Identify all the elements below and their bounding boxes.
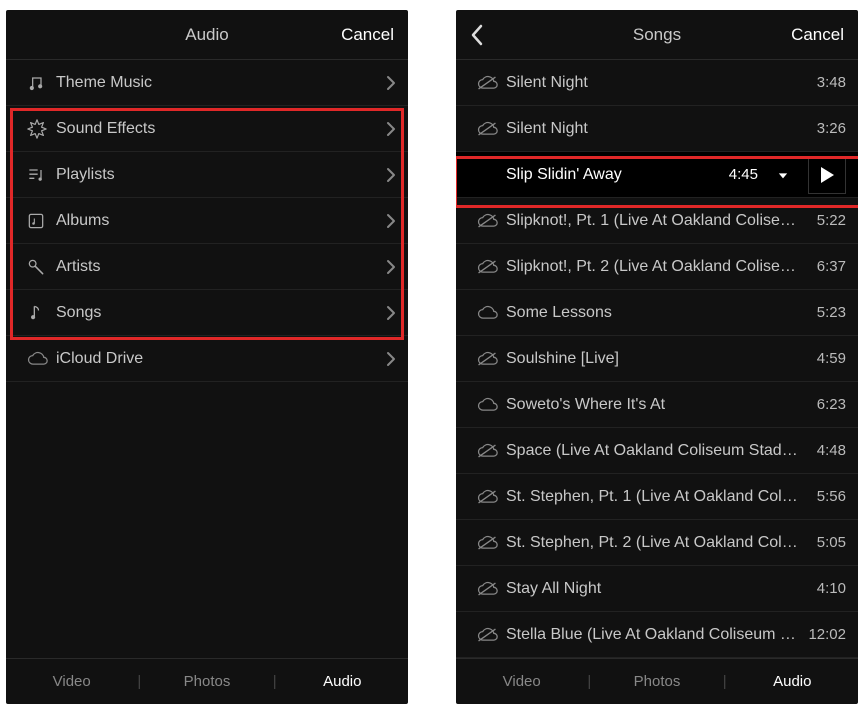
song-duration: 4:48	[802, 442, 846, 459]
song-title: Space (Live At Oakland Coliseum Stadium)	[506, 442, 802, 460]
song-duration: 3:48	[802, 74, 846, 91]
album-icon	[26, 211, 56, 231]
song-row[interactable]: St. Stephen, Pt. 1 (Live At Oakland Coli…	[456, 474, 858, 520]
cancel-button[interactable]: Cancel	[341, 25, 394, 45]
category-label: Theme Music	[56, 74, 386, 92]
song-row[interactable]: Slipknot!, Pt. 1 (Live At Oakland Colise…	[456, 198, 858, 244]
music-note-icon	[26, 73, 56, 93]
footer-tabs: Video|Photos|Audio	[6, 658, 408, 704]
category-label: iCloud Drive	[56, 350, 386, 368]
song-duration: 5:22	[802, 212, 846, 229]
cloud-off-icon	[476, 443, 506, 459]
back-button[interactable]	[470, 24, 510, 46]
song-title: Stella Blue (Live At Oakland Coliseum St…	[506, 626, 802, 644]
chevron-right-icon	[386, 351, 396, 367]
song-row[interactable]: Silent Night3:26	[456, 106, 858, 152]
song-row[interactable]: Stella Blue (Live At Oakland Coliseum St…	[456, 612, 858, 658]
song-title: Some Lessons	[506, 304, 802, 322]
song-row[interactable]: Some Lessons5:23	[456, 290, 858, 336]
song-row[interactable]: Slipknot!, Pt. 2 (Live At Oakland Colise…	[456, 244, 858, 290]
audio-categories-panel: Audio Cancel Theme Music Sound Effects Pla…	[6, 10, 408, 704]
cloud-off-icon	[476, 351, 506, 367]
cloud-off-icon	[476, 121, 506, 137]
cloud-icon	[26, 351, 56, 367]
cloud-off-icon	[476, 627, 506, 643]
burst-icon	[26, 118, 56, 140]
category-label: Artists	[56, 258, 386, 276]
play-button[interactable]	[808, 156, 846, 194]
cloud-off-icon	[476, 213, 506, 229]
footer-tab-photos[interactable]: Photos	[591, 673, 722, 690]
song-title: Soulshine [Live]	[506, 350, 802, 368]
category-row[interactable]: Songs	[6, 290, 408, 336]
song-row[interactable]: Slip Slidin' Away4:45	[456, 152, 858, 198]
song-title: Slipknot!, Pt. 2 (Live At Oakland Colise…	[506, 258, 802, 276]
category-label: Sound Effects	[56, 120, 386, 138]
category-row[interactable]: iCloud Drive	[6, 336, 408, 382]
category-row[interactable]: Playlists	[6, 152, 408, 198]
footer-tab-audio[interactable]: Audio	[727, 673, 858, 690]
chevron-right-icon	[386, 75, 396, 91]
single-note-icon	[26, 303, 56, 323]
cloud-icon	[476, 305, 506, 321]
song-duration: 4:59	[802, 350, 846, 367]
song-duration: 6:37	[802, 258, 846, 275]
song-duration: 6:23	[802, 396, 846, 413]
song-duration: 4:10	[802, 580, 846, 597]
category-label: Songs	[56, 304, 386, 322]
cloud-icon	[476, 397, 506, 413]
song-row[interactable]: Soweto's Where It's At6:23	[456, 382, 858, 428]
cloud-off-icon	[476, 581, 506, 597]
footer-tabs: Video|Photos|Audio	[456, 658, 858, 704]
song-title: Slipknot!, Pt. 1 (Live At Oakland Colise…	[506, 212, 802, 230]
chevron-right-icon	[386, 121, 396, 137]
song-row[interactable]: Space (Live At Oakland Coliseum Stadium)…	[456, 428, 858, 474]
footer-tab-video[interactable]: Video	[456, 673, 587, 690]
song-duration: 5:23	[802, 304, 846, 321]
chevron-right-icon	[386, 305, 396, 321]
footer-tab-audio[interactable]: Audio	[277, 673, 408, 690]
song-duration: 3:26	[802, 120, 846, 137]
song-title: Silent Night	[506, 120, 802, 138]
song-title: Silent Night	[506, 74, 802, 92]
category-list: Theme Music Sound Effects Playlists Albums A…	[6, 60, 408, 658]
cloud-off-icon	[476, 489, 506, 505]
song-title: St. Stephen, Pt. 1 (Live At Oakland Coli…	[506, 488, 802, 506]
cancel-button[interactable]: Cancel	[791, 25, 844, 45]
song-row[interactable]: St. Stephen, Pt. 2 (Live At Oakland Coli…	[456, 520, 858, 566]
songs-panel: Songs Cancel Silent Night3:48Silent Nigh…	[456, 10, 858, 704]
category-row[interactable]: Theme Music	[6, 60, 408, 106]
header: Audio Cancel	[6, 10, 408, 60]
songs-list: Silent Night3:48Silent Night3:26Slip Sli…	[456, 60, 858, 658]
song-title: St. Stephen, Pt. 2 (Live At Oakland Coli…	[506, 534, 802, 552]
song-title: Stay All Night	[506, 580, 802, 598]
download-button[interactable]	[764, 156, 802, 194]
cloud-off-icon	[476, 259, 506, 275]
category-label: Playlists	[56, 166, 386, 184]
footer-tab-video[interactable]: Video	[6, 673, 137, 690]
header: Songs Cancel	[456, 10, 858, 60]
category-row[interactable]: Albums	[6, 198, 408, 244]
playlist-icon	[26, 165, 56, 185]
microphone-icon	[26, 257, 56, 277]
category-label: Albums	[56, 212, 386, 230]
category-row[interactable]: Sound Effects	[6, 106, 408, 152]
song-duration: 12:02	[802, 626, 846, 643]
song-row[interactable]: Stay All Night4:10	[456, 566, 858, 612]
song-duration: 4:45	[714, 166, 758, 183]
song-row[interactable]: Silent Night3:48	[456, 60, 858, 106]
chevron-right-icon	[386, 213, 396, 229]
song-duration: 5:05	[802, 534, 846, 551]
chevron-right-icon	[386, 259, 396, 275]
footer-tab-photos[interactable]: Photos	[141, 673, 272, 690]
song-row[interactable]: Soulshine [Live]4:59	[456, 336, 858, 382]
chevron-right-icon	[386, 167, 396, 183]
song-title: Slip Slidin' Away	[506, 166, 714, 184]
song-title: Soweto's Where It's At	[506, 396, 802, 414]
cloud-off-icon	[476, 75, 506, 91]
cloud-off-icon	[476, 535, 506, 551]
song-duration: 5:56	[802, 488, 846, 505]
category-row[interactable]: Artists	[6, 244, 408, 290]
